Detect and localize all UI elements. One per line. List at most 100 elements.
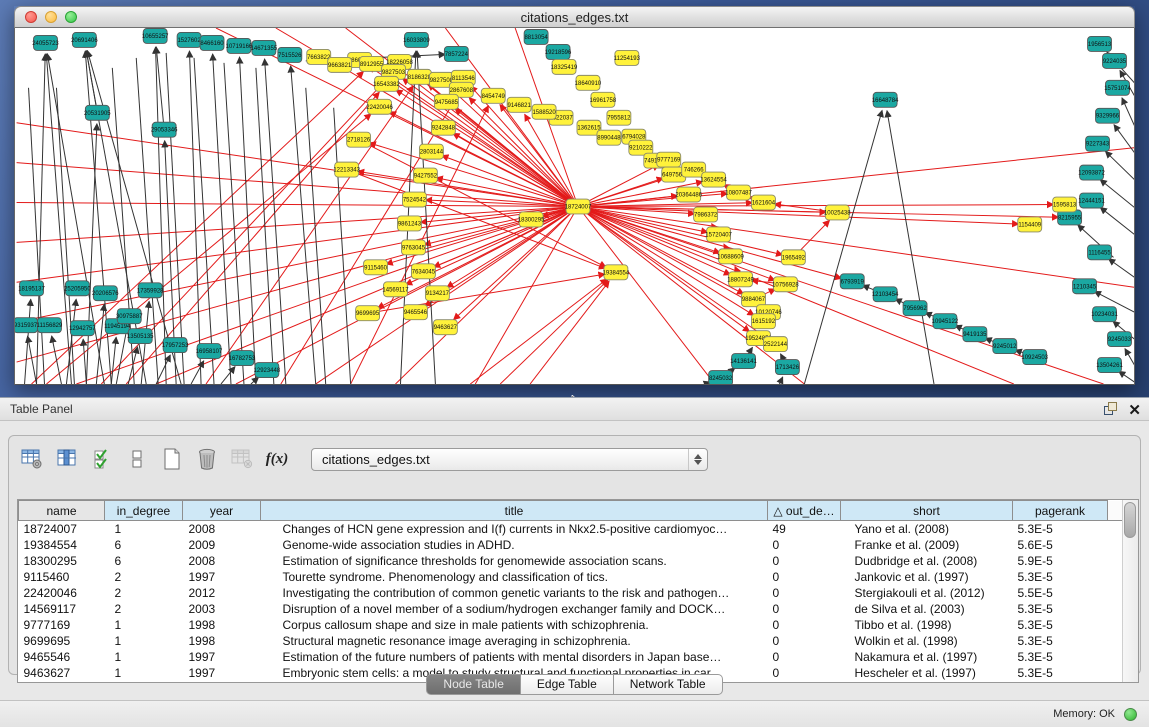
graph-node[interactable]: 20206576 xyxy=(92,286,119,301)
graph-node[interactable]: 7634045 xyxy=(411,264,435,279)
column-header-name[interactable]: name xyxy=(19,501,105,521)
table-row[interactable]: 1938455462009Genome-wide association stu… xyxy=(19,537,1125,553)
graph-node[interactable]: 15751074 xyxy=(1104,80,1131,95)
table-row[interactable]: 946554611997Estimation of the future num… xyxy=(19,649,1125,665)
graph-node[interactable]: 1965492 xyxy=(781,250,805,265)
table-cell[interactable]: 5.3E-5 xyxy=(1013,601,1108,617)
table-cell[interactable]: Stergiakouli et al. (2012) xyxy=(841,585,1013,601)
graph-node[interactable]: 18640910 xyxy=(575,75,602,90)
show-columns-icon[interactable] xyxy=(54,446,80,472)
graph-node[interactable]: 1595813 xyxy=(1053,197,1077,212)
graph-node[interactable]: 7857224 xyxy=(444,46,468,61)
table-cell[interactable]: 2 xyxy=(105,601,183,617)
minimize-window-button[interactable] xyxy=(45,11,57,23)
close-panel-icon[interactable]: ✕ xyxy=(1128,403,1141,419)
graph-node[interactable]: 8186328 xyxy=(407,69,431,84)
table-cell[interactable]: Structural magnetic resonance image aver… xyxy=(261,633,768,649)
table-cell[interactable]: 9699695 xyxy=(19,633,105,649)
table-row[interactable]: 911546021997Tourette syndrome. Phenomeno… xyxy=(19,569,1125,585)
graph-node[interactable]: 1210345 xyxy=(1073,279,1097,294)
graph-node[interactable]: 2718126 xyxy=(347,132,371,147)
table-select-dropdown[interactable]: citations_edges.txt xyxy=(311,448,708,471)
import-table-disabled-icon[interactable] xyxy=(229,446,255,472)
table-cell[interactable]: 6 xyxy=(105,553,183,569)
graph-node[interactable]: 29053346 xyxy=(151,122,178,137)
table-cell[interactable]: 1998 xyxy=(183,633,261,649)
graph-node[interactable]: 10756928 xyxy=(772,277,799,292)
column-header-pagerank[interactable]: pagerank xyxy=(1013,501,1108,521)
column-header-year[interactable]: year xyxy=(183,501,261,521)
graph-node[interactable]: 16543382 xyxy=(373,76,400,91)
graph-node[interactable]: 9419135 xyxy=(963,327,987,342)
graph-node[interactable]: 9861243 xyxy=(398,216,422,231)
graph-node[interactable]: 8912955 xyxy=(360,56,384,71)
graph-node[interactable]: 8813054 xyxy=(524,29,548,44)
graph-node[interactable]: 14136141 xyxy=(730,354,757,369)
column-header-in_degree[interactable]: in_degree xyxy=(105,501,183,521)
graph-node[interactable]: 9777169 xyxy=(657,152,681,167)
graph-node[interactable]: 12444151 xyxy=(1078,193,1105,208)
table-cell[interactable]: 5.9E-5 xyxy=(1013,553,1108,569)
table-cell[interactable]: 2003 xyxy=(183,601,261,617)
table-cell[interactable]: 1 xyxy=(105,521,183,538)
graph-node[interactable]: 8990448 xyxy=(597,130,621,145)
graph-node[interactable]: 6793919 xyxy=(840,274,864,289)
delete-icon[interactable] xyxy=(194,446,220,472)
table-cell[interactable]: Nakamura et al. (1997) xyxy=(841,649,1013,665)
table-cell[interactable]: 14569117 xyxy=(19,601,105,617)
select-all-checks-icon[interactable] xyxy=(89,446,115,472)
table-cell[interactable]: 2 xyxy=(105,585,183,601)
graph-node[interactable]: 1154409 xyxy=(1018,217,1042,232)
graph-node[interactable]: 8245032 xyxy=(709,371,733,384)
graph-node[interactable]: 9245012 xyxy=(993,339,1017,354)
table-cell[interactable]: 0 xyxy=(768,633,841,649)
table-cell[interactable]: 2008 xyxy=(183,521,261,538)
table-cell[interactable]: 0 xyxy=(768,649,841,665)
table-cell[interactable]: 6 xyxy=(105,537,183,553)
graph-node[interactable]: 11156829 xyxy=(37,318,63,333)
table-row[interactable]: 1872400712008Changes of HCN gene express… xyxy=(19,521,1125,538)
table-cell[interactable]: Jankovic et al. (1997) xyxy=(841,569,1013,585)
graph-node[interactable]: 10945122 xyxy=(932,314,959,329)
table-cell[interactable]: Wolkin et al. (1998) xyxy=(841,633,1013,649)
table-cell[interactable]: 19384554 xyxy=(19,537,105,553)
graph-node[interactable]: 17359928 xyxy=(137,283,164,298)
clear-checks-icon[interactable] xyxy=(124,446,150,472)
table-cell[interactable]: 1 xyxy=(105,649,183,665)
table-cell[interactable]: 0 xyxy=(768,553,841,569)
new-document-icon[interactable] xyxy=(159,446,185,472)
table-cell[interactable]: 5.3E-5 xyxy=(1013,521,1108,538)
graph-node[interactable]: 18300295 xyxy=(518,212,545,227)
graph-node[interactable]: 7524542 xyxy=(402,192,426,207)
graph-node[interactable]: 13505135 xyxy=(127,329,154,344)
table-cell[interactable]: Tibbo et al. (1998) xyxy=(841,617,1013,633)
graph-node[interactable]: 9315937 xyxy=(15,318,38,333)
table-cell[interactable]: 5.3E-5 xyxy=(1013,617,1108,633)
table-cell[interactable]: Franke et al. (2009) xyxy=(841,537,1013,553)
graph-node[interactable]: 30975887 xyxy=(116,309,143,324)
table-cell[interactable]: 49 xyxy=(768,521,841,538)
table-cell[interactable]: Dudbridge et al. (2008) xyxy=(841,553,1013,569)
graph-node[interactable]: 10655257 xyxy=(142,28,169,43)
graph-node[interactable]: 2522144 xyxy=(763,337,787,352)
graph-node[interactable]: 9242848 xyxy=(431,120,455,135)
graph-node[interactable]: 20531905 xyxy=(84,105,111,120)
table-cell[interactable]: 0 xyxy=(768,585,841,601)
graph-node[interactable]: 16648784 xyxy=(872,92,899,107)
graph-node[interactable]: 24055723 xyxy=(32,35,59,50)
graph-node[interactable]: 25205950 xyxy=(64,281,91,296)
graph-node[interactable]: 1588520 xyxy=(532,104,556,119)
vertical-scrollbar[interactable] xyxy=(1122,500,1138,682)
graph-node[interactable]: 10924503 xyxy=(1021,350,1048,365)
graph-node[interactable]: 14569117 xyxy=(382,282,409,297)
graph-node[interactable]: 1615192 xyxy=(752,314,776,329)
table-cell[interactable]: 2008 xyxy=(183,553,261,569)
table-cell[interactable]: Tourette syndrome. Phenomenology and cla… xyxy=(261,569,768,585)
graph-node[interactable]: 9763045 xyxy=(401,240,425,255)
scrollbar-thumb[interactable] xyxy=(1124,502,1136,538)
zoom-window-button[interactable] xyxy=(65,11,77,23)
graph-node[interactable]: 1956513 xyxy=(1088,36,1112,51)
table-cell[interactable]: 5.3E-5 xyxy=(1013,569,1108,585)
function-builder-icon[interactable]: f(x) xyxy=(264,446,290,472)
table-row[interactable]: 1456911722003Disruption of a novel membe… xyxy=(19,601,1125,617)
